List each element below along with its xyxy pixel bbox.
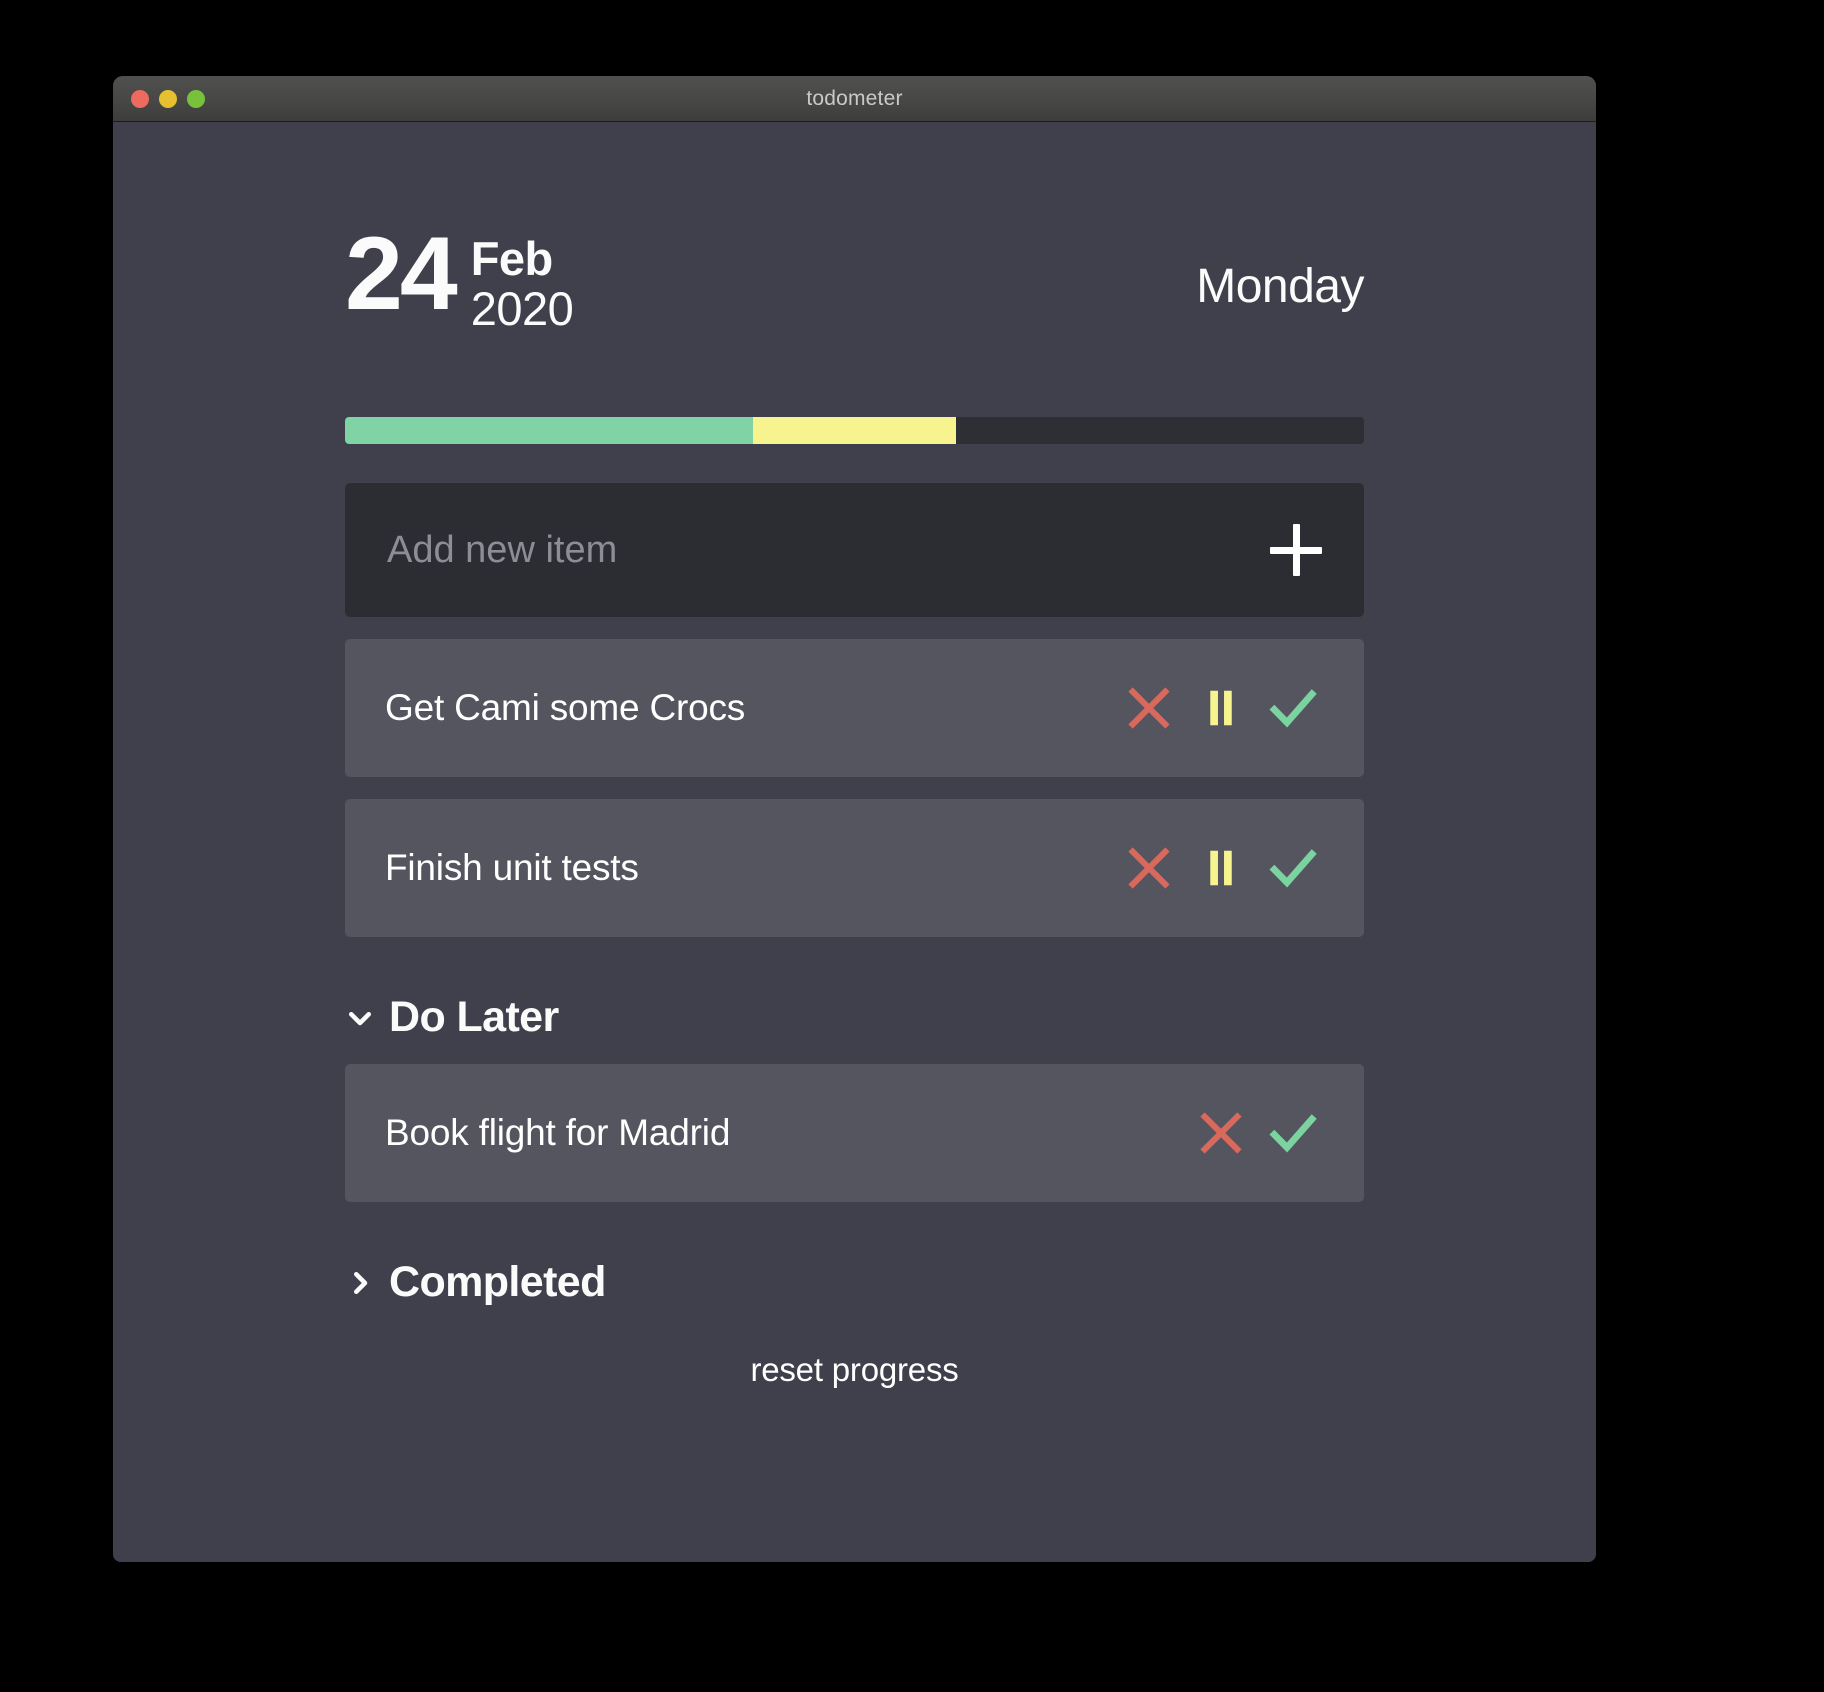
- remove-task-icon[interactable]: [1118, 837, 1180, 899]
- weekday-label: Monday: [1196, 260, 1364, 313]
- plus-icon[interactable]: [1268, 522, 1324, 578]
- task-actions: [1118, 837, 1324, 899]
- task-row[interactable]: Book flight for Madrid: [345, 1064, 1364, 1202]
- pause-task-icon[interactable]: [1190, 837, 1252, 899]
- date-year: 2020: [470, 282, 574, 335]
- complete-task-icon[interactable]: [1262, 837, 1324, 899]
- close-window-button[interactable]: [131, 89, 149, 108]
- section-header-do-later[interactable]: Do Later: [345, 993, 1364, 1042]
- task-row[interactable]: Finish unit tests: [345, 799, 1364, 937]
- active-task-list: Get Cami some Crocs Finish unit tests: [345, 639, 1364, 937]
- maximize-window-button[interactable]: [187, 89, 205, 108]
- window-body: 24 Feb 2020 Monday Add new item Get Cami…: [113, 122, 1596, 1562]
- task-row[interactable]: Get Cami some Crocs: [345, 639, 1364, 777]
- add-item-row[interactable]: [345, 483, 1364, 617]
- traffic-lights: [131, 76, 205, 121]
- window-title: todometer: [806, 86, 903, 110]
- complete-task-icon[interactable]: [1262, 677, 1324, 739]
- date-day: 24: [345, 216, 458, 332]
- minimize-window-button[interactable]: [159, 89, 177, 108]
- progress-bar: [345, 417, 1364, 444]
- complete-task-icon[interactable]: [1262, 1102, 1324, 1164]
- task-label: Book flight for Madrid: [385, 1112, 731, 1153]
- add-item-input[interactable]: [385, 527, 1268, 573]
- date-month-year: Feb 2020: [471, 227, 574, 332]
- section-title: Do Later: [389, 993, 559, 1041]
- app-content: 24 Feb 2020 Monday Add new item Get Cami…: [345, 216, 1364, 1389]
- task-actions: [1118, 677, 1324, 739]
- date-month: Feb: [470, 232, 554, 285]
- progress-segment-completed: [345, 417, 753, 444]
- app-window: todometer 24 Feb 2020 Monday Add new ite…: [113, 76, 1596, 1562]
- remove-task-icon[interactable]: [1190, 1102, 1252, 1164]
- date-block: 24 Feb 2020: [345, 216, 574, 332]
- reset-row: reset progress: [345, 1351, 1364, 1389]
- chevron-right-icon: [345, 1266, 375, 1300]
- pause-task-icon[interactable]: [1190, 677, 1252, 739]
- section-title: Completed: [389, 1258, 606, 1306]
- date-header: 24 Feb 2020 Monday: [345, 216, 1364, 345]
- task-actions: [1190, 1102, 1324, 1164]
- reset-progress-link[interactable]: reset progress: [750, 1351, 958, 1389]
- task-label: Finish unit tests: [385, 847, 639, 888]
- window-titlebar: todometer: [113, 76, 1596, 122]
- chevron-down-icon: [345, 1001, 375, 1035]
- progress-segment-paused: [752, 417, 957, 444]
- section-header-completed[interactable]: Completed: [345, 1258, 1364, 1307]
- screen: todometer 24 Feb 2020 Monday Add new ite…: [0, 0, 1824, 1692]
- section-list: Do Later Book flight for Madrid Completed: [345, 993, 1364, 1307]
- remove-task-icon[interactable]: [1118, 677, 1180, 739]
- task-label: Get Cami some Crocs: [385, 687, 746, 728]
